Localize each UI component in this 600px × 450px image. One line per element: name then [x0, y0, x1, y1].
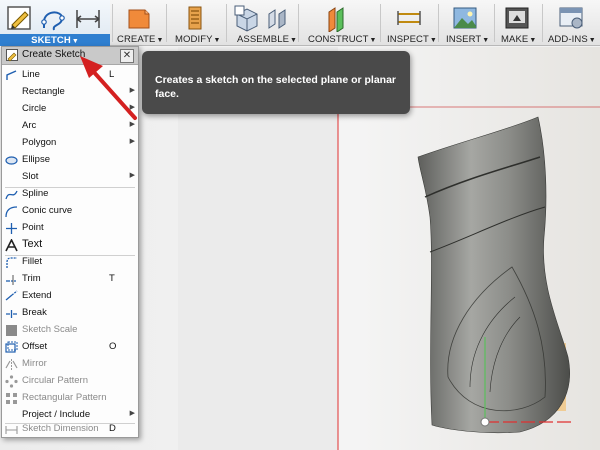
tab-assemble[interactable]: ASSEMBLE▼ [227, 0, 297, 46]
menu-item-sketch-scale: Sketch Scale [2, 322, 138, 338]
rectangular-pattern-icon [6, 393, 17, 404]
trim-icon [6, 275, 17, 285]
box-create-icon[interactable] [125, 4, 153, 32]
tab-make[interactable]: MAKE▼ [495, 0, 541, 46]
submenu-arrow-icon: ▶ [129, 410, 135, 417]
menu-item-ellipse[interactable]: Ellipse [2, 152, 138, 168]
line-icon [6, 70, 17, 80]
circular-pattern-icon [5, 375, 18, 388]
menu-item-conic-curve[interactable]: Conic curve [2, 203, 138, 219]
dimension-icon[interactable] [74, 4, 102, 32]
tab-create[interactable]: CREATE▼ [113, 0, 165, 46]
fillet-icon [6, 257, 17, 268]
close-icon[interactable]: ✕ [120, 49, 134, 63]
extend-icon [5, 290, 18, 301]
insert-image-icon[interactable] [451, 4, 479, 32]
menu-item-extend[interactable]: Extend [2, 288, 138, 304]
joint-icon[interactable] [263, 4, 291, 32]
mirror-icon [5, 359, 18, 370]
point-icon [6, 223, 17, 234]
submenu-arrow-icon: ▶ [129, 87, 135, 94]
origin-point[interactable] [480, 417, 490, 427]
tab-add-ins[interactable]: ADD-INS▼ [543, 0, 600, 46]
menu-item-fillet[interactable]: Fillet [2, 254, 138, 270]
tooltip-text: Creates a sketch on the selected plane o… [155, 74, 397, 100]
menu-item-break[interactable]: Break [2, 305, 138, 321]
menu-item-rectangular-pattern: Rectangular Pattern [2, 390, 138, 406]
menu-item-trim[interactable]: Trim T [2, 271, 138, 287]
menu-item-polygon[interactable]: Polygon ▶ [2, 135, 138, 151]
menu-item-offset[interactable]: Offset O [2, 339, 138, 355]
menu-item-slot[interactable]: Slot ▶ [2, 169, 138, 185]
ribbon-toolbar: SKETCH▼ CREATE▼ MODIFY▼ ASSEMBLE▼ CONSTR… [0, 0, 600, 46]
submenu-arrow-icon: ▶ [129, 138, 135, 145]
tab-sketch[interactable]: SKETCH▼ [0, 0, 110, 46]
spline-icon [5, 190, 18, 200]
tab-insert[interactable]: INSERT▼ [439, 0, 493, 46]
arc-line-icon[interactable] [40, 4, 68, 32]
menu-item-circle[interactable]: Circle ▶ [2, 101, 138, 117]
new-component-icon[interactable] [233, 4, 261, 32]
press-pull-icon[interactable] [181, 4, 209, 32]
tooltip-create-sketch: Creates a sketch on the selected plane o… [142, 51, 410, 114]
offset-icon [5, 341, 18, 353]
conic-curve-icon [5, 206, 18, 218]
submenu-arrow-icon: ▶ [129, 172, 135, 179]
menu-item-create-sketch[interactable]: Create Sketch ✕ [2, 47, 138, 65]
text-icon [5, 239, 18, 252]
tab-inspect[interactable]: INSPECT▼ [381, 0, 437, 46]
menu-item-spline[interactable]: Spline [2, 186, 138, 202]
menu-item-line[interactable]: Line L [2, 67, 138, 83]
offset-plane-icon[interactable] [325, 4, 353, 32]
menu-item-sketch-dimension: Sketch Dimension D [2, 421, 138, 437]
tab-construct[interactable]: CONSTRUCT▼ [299, 0, 379, 46]
submenu-arrow-icon: ▶ [129, 121, 135, 128]
menu-item-rectangle[interactable]: Rectangle ▶ [2, 84, 138, 100]
submenu-arrow-icon: ▶ [129, 104, 135, 111]
menu-item-circular-pattern: Circular Pattern [2, 373, 138, 389]
menu-item-mirror: Mirror [2, 356, 138, 372]
menu-item-arc[interactable]: Arc ▶ [2, 118, 138, 134]
tab-sketch-label[interactable]: SKETCH▼ [0, 34, 110, 46]
3d-print-icon[interactable] [503, 4, 531, 32]
menu-item-point[interactable]: Point [2, 220, 138, 236]
tab-modify[interactable]: MODIFY▼ [167, 0, 225, 46]
sketch-dropdown-menu: Create Sketch ✕ Line L Rectangle ▶ Circl… [1, 46, 139, 438]
sketch-scale-icon [6, 325, 17, 336]
sketch-dimension-icon [5, 426, 18, 434]
break-icon [6, 310, 17, 318]
create-sketch-icon[interactable] [6, 4, 34, 32]
menu-item-label: Create Sketch [22, 49, 86, 60]
scripts-addins-icon[interactable] [557, 4, 585, 32]
measure-icon[interactable] [395, 4, 423, 32]
create-sketch-icon [6, 49, 18, 62]
ellipse-icon [5, 156, 18, 165]
menu-item-text[interactable]: Text [2, 237, 138, 253]
